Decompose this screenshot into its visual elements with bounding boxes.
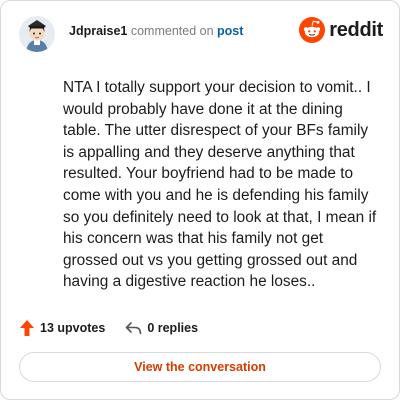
comment-byline: Jdpraise1 commented on post (69, 24, 243, 38)
upvote-button[interactable]: 13 upvotes (19, 319, 105, 337)
reddit-wordmark: reddit (329, 18, 383, 41)
reddit-logo[interactable]: reddit (299, 17, 383, 43)
reply-arrow-icon (126, 322, 142, 335)
post-link[interactable]: post (217, 24, 243, 38)
comment-header: Jdpraise1 commented on post reddit (19, 15, 383, 53)
comment-actions: 13 upvotes 0 replies (19, 317, 198, 339)
user-avatar[interactable] (19, 16, 55, 52)
upvote-count: 13 upvotes (40, 321, 106, 335)
upvote-arrow-icon (20, 320, 34, 336)
reddit-snoo-icon (299, 17, 326, 43)
replies-count: 0 replies (147, 321, 199, 335)
view-conversation-button[interactable]: View the conversation (19, 352, 381, 382)
username-link[interactable]: Jdpraise1 (69, 24, 127, 38)
comment-body: NTA I totally support your decision to v… (63, 79, 377, 291)
action-text: commented on (130, 24, 214, 38)
replies-button[interactable]: 0 replies (125, 321, 198, 335)
comment-card: Jdpraise1 commented on post reddit NTA I… (0, 0, 400, 400)
avatar-icon (19, 16, 55, 52)
